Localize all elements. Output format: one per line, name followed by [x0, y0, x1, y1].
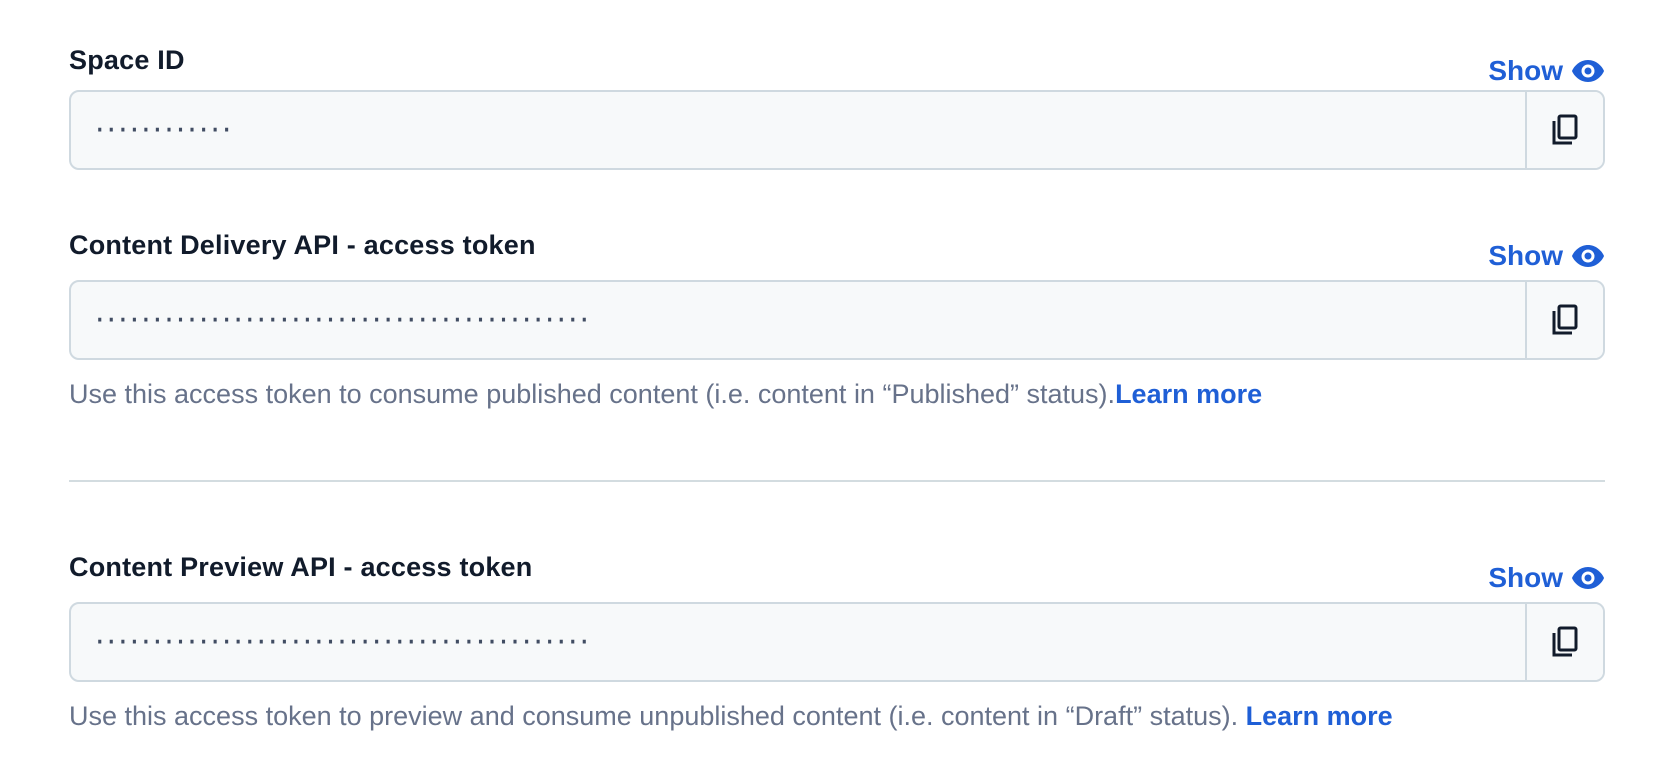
- masked-value: ········································…: [95, 624, 592, 660]
- help-description: Use this access token to preview and con…: [69, 701, 1246, 731]
- preview-token-input[interactable]: ········································…: [69, 602, 1605, 682]
- help-description: Use this access token to consume publish…: [69, 379, 1116, 409]
- show-label: Show: [1488, 55, 1563, 86]
- show-toggle[interactable]: Show: [1488, 56, 1605, 86]
- section-divider: [69, 480, 1605, 482]
- masked-value: ········································…: [95, 302, 592, 338]
- copy-button[interactable]: [1525, 282, 1603, 358]
- space-id-field: Space ID Show ············: [69, 42, 1605, 170]
- space-id-input[interactable]: ············: [69, 90, 1605, 170]
- field-header: Space ID Show: [69, 42, 1605, 86]
- copy-icon: [1552, 626, 1578, 657]
- field-label: Content Delivery API - access token: [69, 230, 536, 260]
- field-header: Content Delivery API - access token Show: [69, 227, 1605, 271]
- copy-icon: [1552, 114, 1578, 145]
- show-toggle[interactable]: Show: [1488, 563, 1605, 593]
- preview-token-field: Content Preview API - access token Show …: [69, 549, 1605, 731]
- learn-more-link[interactable]: Learn more: [1246, 701, 1393, 731]
- copy-button[interactable]: [1525, 604, 1603, 680]
- field-header: Content Preview API - access token Show: [69, 549, 1605, 593]
- learn-more-link[interactable]: Learn more: [1115, 379, 1262, 409]
- eye-icon: [1572, 60, 1604, 82]
- field-label: Space ID: [69, 45, 185, 75]
- help-text: Use this access token to preview and con…: [69, 699, 1393, 733]
- delivery-token-field: Content Delivery API - access token Show…: [69, 227, 1605, 409]
- eye-icon: [1572, 245, 1604, 267]
- eye-icon: [1572, 567, 1604, 589]
- help-text: Use this access token to consume publish…: [69, 377, 1262, 411]
- delivery-token-input[interactable]: ········································…: [69, 280, 1605, 360]
- copy-icon: [1552, 304, 1578, 335]
- field-label: Content Preview API - access token: [69, 552, 533, 582]
- api-keys-panel: Space ID Show ············ Content Deliv…: [0, 0, 1672, 768]
- show-label: Show: [1488, 562, 1563, 593]
- masked-value: ············: [95, 112, 234, 148]
- show-label: Show: [1488, 240, 1563, 271]
- copy-button[interactable]: [1525, 92, 1603, 168]
- show-toggle[interactable]: Show: [1488, 241, 1605, 271]
